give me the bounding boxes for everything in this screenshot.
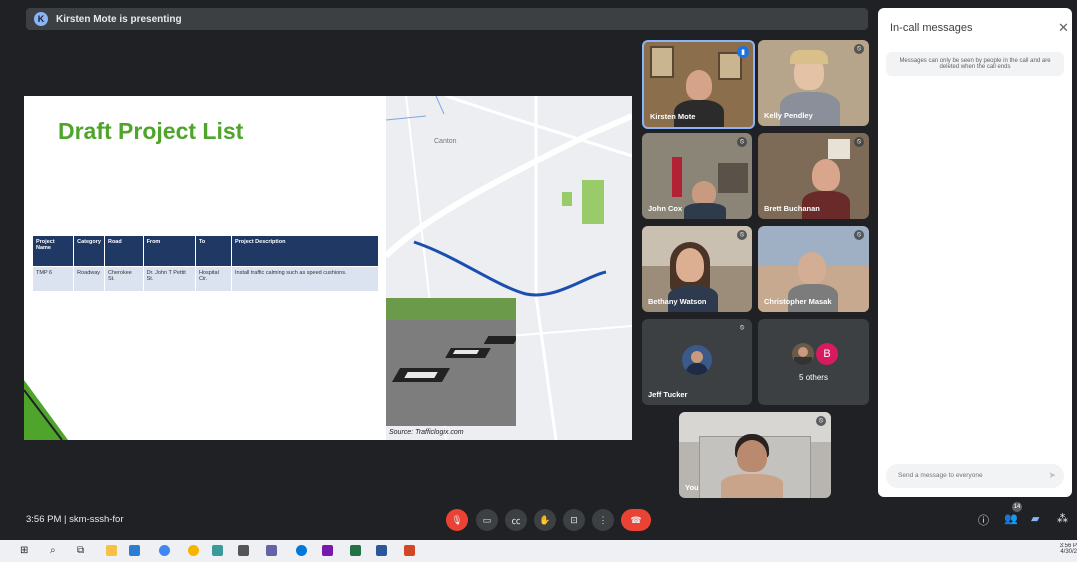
others-tile[interactable]: B 5 others: [758, 319, 869, 405]
mic-off-icon: ⦸: [737, 137, 747, 147]
chat-icon[interactable]: ▰: [1031, 512, 1039, 525]
clock-date: 4/30/2: [1060, 549, 1077, 555]
participant-tile[interactable]: ⦸ Bethany Watson: [642, 226, 752, 312]
table-header: To: [194, 235, 233, 267]
shared-slide: Draft Project List Project Name Category…: [24, 96, 632, 440]
task-view-icon[interactable]: ⧉: [77, 545, 84, 556]
participant-tile[interactable]: ⦸ Christopher Masak: [758, 226, 869, 312]
table-cell: Roadway: [73, 266, 105, 292]
powerpoint-icon[interactable]: [404, 545, 415, 556]
raise-hand-icon[interactable]: ✋: [534, 509, 556, 531]
participant-name: Kirsten Mote: [650, 112, 696, 121]
participant-name: Bethany Watson: [648, 297, 707, 306]
participant-name: Brett Buchanan: [764, 204, 820, 213]
participant-name: Jeff Tucker: [648, 390, 688, 399]
mic-off-icon: ⦸: [737, 230, 747, 240]
more-icon[interactable]: ⋮: [592, 509, 614, 531]
corner-decoration: [24, 380, 68, 440]
speaking-icon: ▮: [737, 46, 749, 58]
chat-title: In-call messages: [890, 22, 973, 34]
chat-notice: Messages can only be seen by people in t…: [886, 52, 1064, 76]
app-icon[interactable]: [238, 545, 249, 556]
presenter-avatar: K: [34, 12, 48, 26]
meeting-time-code: 3:56 PM | skm-sssh-for: [26, 514, 124, 525]
participant-tile[interactable]: ⦸ Brett Buchanan: [758, 133, 869, 219]
chat-input[interactable]: [896, 471, 1040, 480]
mic-off-icon: ⦸: [816, 416, 826, 426]
participant-tile[interactable]: ⦸ Kelly Pendley: [758, 40, 869, 126]
image-source: Source: Trafficlogix.com: [389, 429, 464, 436]
table-header: Project Description: [231, 235, 379, 267]
table-cell: Cherokee St.: [103, 266, 144, 292]
table-header: Road: [103, 235, 144, 267]
file-explorer-icon[interactable]: [106, 545, 117, 556]
people-icon[interactable]: 👥: [1004, 512, 1018, 525]
participant-tile[interactable]: ⦸ Jeff Tucker: [642, 319, 752, 405]
project-table: Project Name Category Road From To Proje…: [31, 235, 379, 292]
table-header: From: [142, 235, 196, 267]
presenter-text: Kirsten Mote is presenting: [56, 13, 182, 25]
present-icon[interactable]: ⊡: [563, 509, 585, 531]
table-row: TMP 6 Roadway Cherokee St. Dr. John T Pe…: [31, 266, 379, 292]
map-label: Canton: [434, 138, 457, 145]
mic-off-icon: ⦸: [854, 44, 864, 54]
avatar-letter: B: [816, 343, 838, 365]
participant-tile[interactable]: ⦸ John Cox: [642, 133, 752, 219]
participant-name: You: [685, 483, 699, 492]
people-count-badge: 14: [1012, 502, 1022, 512]
speed-bump-photo: [386, 298, 516, 426]
clock: 3:56 P 4/30/2: [1054, 543, 1077, 555]
table-cell: Install traffic calming such as speed cu…: [231, 266, 379, 292]
table-cell: Hospital Cir.: [194, 266, 233, 292]
table-header: Category: [73, 235, 105, 267]
presenter-banner: K Kirsten Mote is presenting: [26, 8, 868, 30]
slide-title: Draft Project List: [58, 118, 244, 144]
participant-name: John Cox: [648, 204, 683, 213]
mic-off-icon: ⦸: [854, 137, 864, 147]
excel-icon[interactable]: [350, 545, 361, 556]
table-cell: TMP 6: [31, 266, 75, 292]
mic-off-icon: ⦸: [854, 230, 864, 240]
end-call-icon[interactable]: ☎: [621, 509, 651, 531]
participant-name: Christopher Masak: [764, 297, 832, 306]
word-icon[interactable]: [376, 545, 387, 556]
chat-panel: In-call messages ✕ Messages can only be …: [878, 8, 1072, 497]
captions-icon[interactable]: ㏄: [505, 509, 527, 531]
app-icon[interactable]: [212, 545, 223, 556]
info-icon[interactable]: ⓘ: [978, 512, 989, 528]
chat-input-container: ➤: [886, 464, 1064, 488]
edge-icon[interactable]: [296, 545, 307, 556]
participant-name: Kelly Pendley: [764, 111, 813, 120]
avatar: [792, 343, 814, 365]
teams-icon[interactable]: [266, 545, 277, 556]
onenote-icon[interactable]: [322, 545, 333, 556]
table-header-row: Project Name Category Road From To Proje…: [31, 235, 379, 267]
table-header: Project Name: [31, 235, 75, 267]
outlook-icon[interactable]: [129, 545, 140, 556]
app-icon[interactable]: [188, 545, 199, 556]
close-icon[interactable]: ✕: [1058, 20, 1069, 36]
chrome-icon[interactable]: [159, 545, 170, 556]
others-count: 5 others: [799, 373, 828, 382]
table-cell: Dr. John T Pettit St.: [142, 266, 196, 292]
windows-start-icon[interactable]: ⊞: [20, 545, 28, 556]
activities-icon[interactable]: ⁂: [1057, 512, 1068, 525]
send-icon[interactable]: ➤: [1048, 470, 1056, 481]
search-icon[interactable]: ⌕: [50, 545, 56, 556]
avatar: [682, 345, 712, 375]
mic-off-icon: ⦸: [737, 323, 747, 333]
mic-off-icon[interactable]: 🎙: [446, 509, 468, 531]
participant-tile[interactable]: ▮ Kirsten Mote: [642, 40, 755, 129]
self-tile[interactable]: ⦸ You: [679, 412, 831, 498]
camera-icon[interactable]: ▭: [476, 509, 498, 531]
